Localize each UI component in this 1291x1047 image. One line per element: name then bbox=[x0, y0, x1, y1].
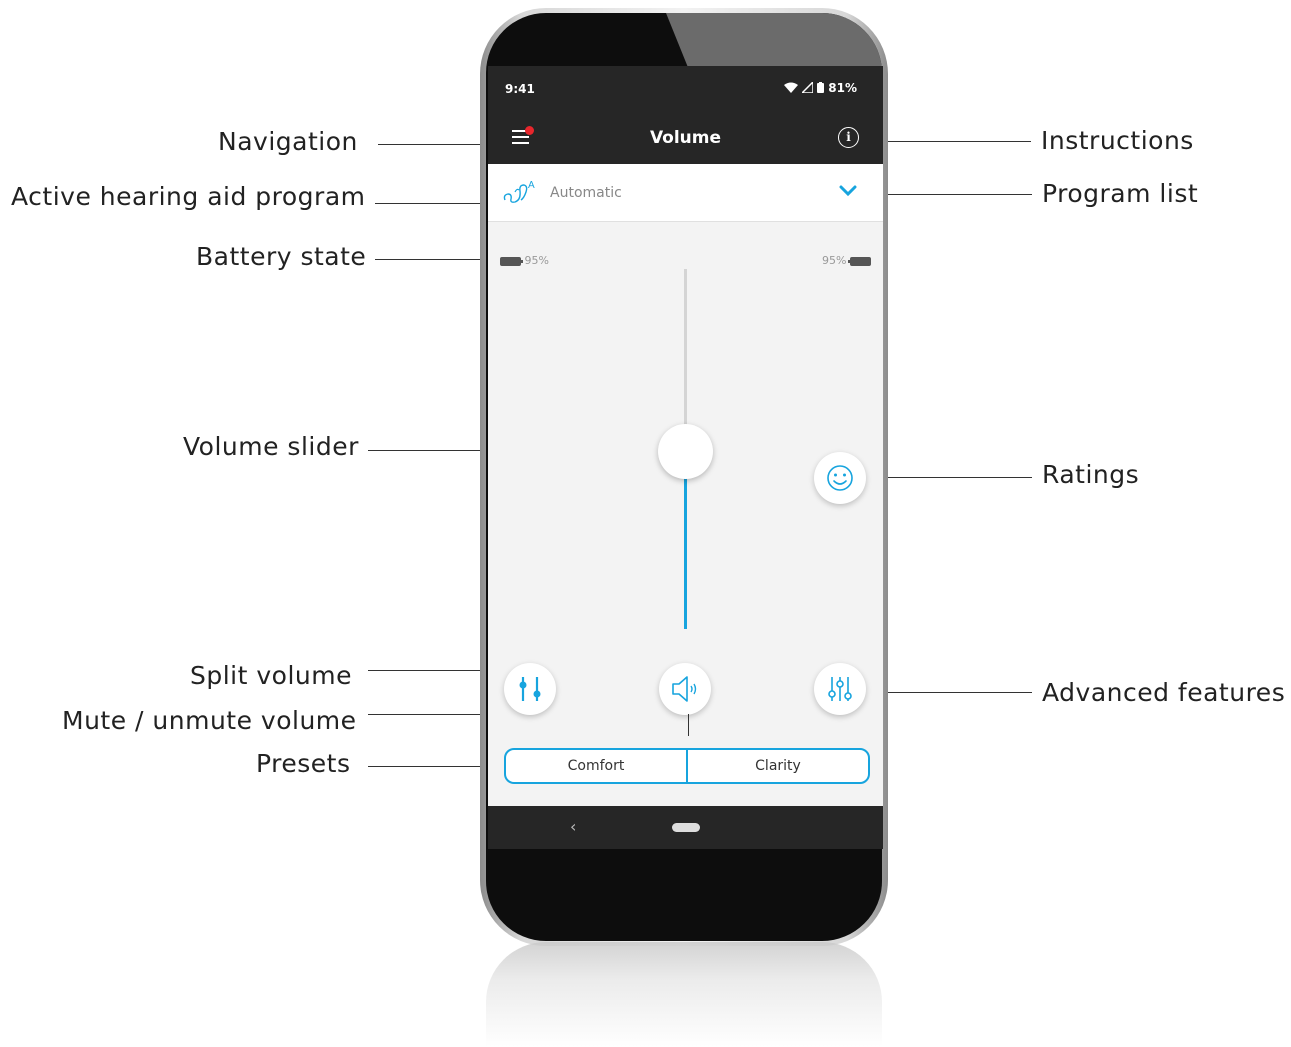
system-nav-bar: ‹ bbox=[488, 806, 883, 849]
equalizer-icon bbox=[828, 677, 852, 701]
callout-active-program: Active hearing aid program bbox=[11, 182, 366, 211]
svg-text:A: A bbox=[528, 180, 535, 191]
mute-button[interactable] bbox=[659, 663, 711, 715]
presets-segmented-control: Comfort Clarity bbox=[504, 748, 870, 784]
smiley-icon bbox=[827, 465, 853, 491]
battery-icon bbox=[817, 82, 825, 93]
callout-battery-state: Battery state bbox=[196, 242, 367, 271]
ratings-button[interactable] bbox=[814, 452, 866, 504]
back-chevron-icon[interactable]: ‹ bbox=[570, 817, 576, 836]
battery-left-icon bbox=[500, 256, 523, 266]
split-sliders-icon bbox=[519, 677, 541, 701]
status-bar: 9:41 81% bbox=[488, 66, 883, 110]
leader-line-mute-stub bbox=[688, 714, 689, 736]
status-right: 81% bbox=[783, 80, 857, 95]
advanced-features-button[interactable] bbox=[814, 663, 866, 715]
battery-right-value: 95% bbox=[822, 254, 847, 267]
speaker-icon bbox=[672, 676, 697, 702]
split-volume-button[interactable] bbox=[504, 663, 556, 715]
callout-presets: Presets bbox=[256, 749, 351, 778]
wifi-icon bbox=[783, 82, 798, 93]
home-pill-icon[interactable] bbox=[672, 823, 700, 832]
callout-split-volume: Split volume bbox=[190, 661, 352, 690]
status-battery-percent: 81% bbox=[828, 81, 857, 95]
leader-line-advanced-features bbox=[866, 692, 1032, 693]
battery-left-value: 95% bbox=[524, 254, 549, 267]
preset-comfort[interactable]: Comfort bbox=[506, 750, 686, 782]
callout-navigation: Navigation bbox=[218, 127, 358, 156]
preset-clarity[interactable]: Clarity bbox=[686, 750, 868, 782]
battery-right: 95% bbox=[822, 254, 871, 267]
callout-program-list: Program list bbox=[1042, 179, 1199, 208]
active-program-name: Automatic bbox=[550, 185, 622, 201]
volume-slider-thumb[interactable] bbox=[658, 424, 713, 479]
app-screen: 9:41 81% Volume i A Automatic 95% 95% Co… bbox=[488, 66, 883, 849]
callout-volume-slider: Volume slider bbox=[183, 432, 359, 461]
volume-slider-fill[interactable] bbox=[684, 471, 687, 629]
battery-left: 95% bbox=[500, 254, 549, 267]
cell-signal-icon bbox=[800, 80, 814, 94]
leader-line-instructions bbox=[883, 141, 1031, 142]
page-title: Volume bbox=[649, 128, 722, 148]
hearing-aid-automatic-icon: A bbox=[503, 180, 535, 203]
app-bar: Volume i bbox=[488, 110, 883, 164]
program-selector[interactable]: A Automatic bbox=[488, 164, 883, 222]
callout-advanced-features: Advanced features bbox=[1042, 678, 1286, 707]
callout-mute-unmute: Mute / unmute volume bbox=[62, 706, 357, 735]
leader-line-ratings bbox=[866, 477, 1032, 478]
phone-reflection bbox=[486, 942, 882, 1047]
callout-ratings: Ratings bbox=[1042, 460, 1140, 489]
callout-instructions: Instructions bbox=[1041, 126, 1194, 155]
battery-right-icon bbox=[848, 256, 871, 266]
chevron-down-icon[interactable] bbox=[839, 181, 857, 199]
info-icon[interactable]: i bbox=[838, 127, 859, 148]
status-time: 9:41 bbox=[505, 82, 535, 96]
